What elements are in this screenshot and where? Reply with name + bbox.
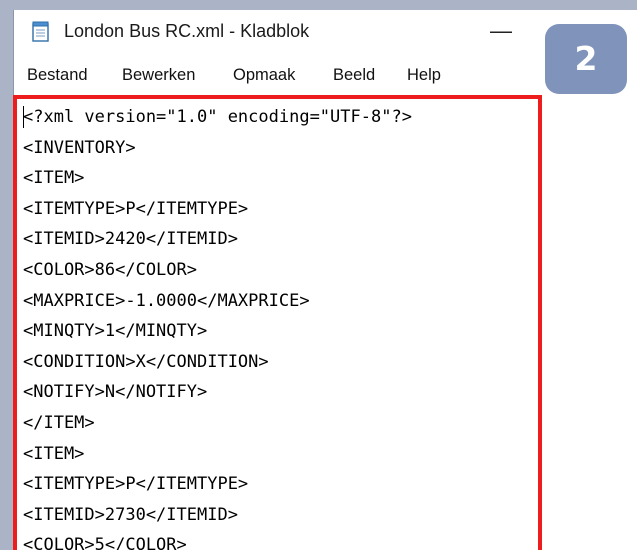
- menu-bestand[interactable]: Bestand: [27, 66, 88, 85]
- menu-opmaak[interactable]: Opmaak: [233, 66, 295, 85]
- step-number-badge: 2: [545, 24, 627, 94]
- editor-line: <ITEM>: [23, 168, 85, 189]
- menu-help[interactable]: Help: [407, 66, 441, 85]
- text-editor-area[interactable]: <?xml version="1.0" encoding="UTF-8"?> <I…: [13, 95, 542, 550]
- editor-line: <NOTIFY>N</NOTIFY>: [23, 382, 208, 403]
- menu-bar: Bestand Bewerken Opmaak Beeld Help: [14, 62, 637, 88]
- text-caret: [23, 106, 24, 128]
- editor-line: <COLOR>86</COLOR>: [23, 259, 197, 280]
- editor-line: <?xml version="1.0" encoding="UTF-8"?>: [23, 107, 412, 127]
- desktop-background-left: [0, 0, 14, 550]
- editor-line: <CONDITION>X</CONDITION>: [23, 351, 269, 372]
- editor-line: <ITEMID>2420</ITEMID>: [23, 229, 238, 250]
- window-title: London Bus RC.xml - Kladblok: [64, 21, 310, 41]
- editor-line: <ITEMTYPE>P</ITEMTYPE>: [23, 198, 249, 219]
- screenshot-frame: London Bus RC.xml - Kladblok — Bestand B…: [0, 0, 637, 550]
- notepad-icon: [31, 20, 51, 42]
- editor-line: <ITEMTYPE>P</ITEMTYPE>: [23, 474, 249, 495]
- menu-bewerken[interactable]: Bewerken: [122, 66, 195, 85]
- editor-line: <MAXPRICE>-1.0000</MAXPRICE>: [23, 290, 310, 311]
- editor-line: <INVENTORY>: [23, 137, 136, 158]
- menu-beeld[interactable]: Beeld: [333, 66, 375, 85]
- desktop-background-top: [0, 0, 637, 10]
- editor-content[interactable]: <?xml version="1.0" encoding="UTF-8"?> <I…: [23, 102, 412, 550]
- editor-line: <COLOR>5</COLOR>: [23, 535, 187, 550]
- editor-line: <ITEMID>2730</ITEMID>: [23, 504, 238, 525]
- editor-line: <ITEM>: [23, 443, 85, 464]
- minimize-button[interactable]: —: [486, 16, 516, 46]
- editor-line: </ITEM>: [23, 412, 95, 433]
- title-bar[interactable]: London Bus RC.xml - Kladblok —: [14, 10, 637, 52]
- editor-line: <MINQTY>1</MINQTY>: [23, 321, 208, 342]
